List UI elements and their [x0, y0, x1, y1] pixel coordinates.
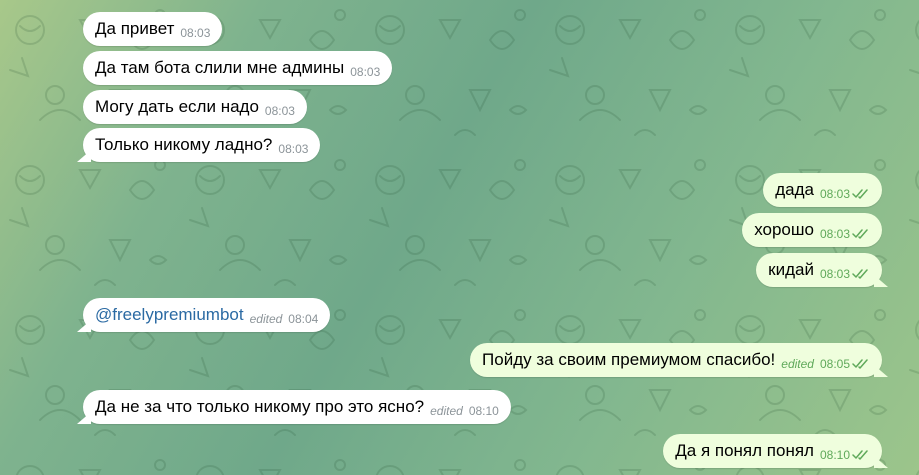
message-meta: 08:03 — [820, 187, 870, 201]
message-meta: 08:03 — [350, 65, 380, 79]
message-time: 08:10 — [819, 447, 850, 462]
outgoing-message[interactable]: Да я понял понял 08:10 — [663, 434, 882, 468]
incoming-message[interactable]: @freelypremiumbot edited 08:04 — [83, 298, 331, 332]
message-meta: edited 08:10 — [430, 404, 499, 418]
message-time: 08:10 — [468, 403, 499, 418]
message-meta: 08:03 — [820, 227, 870, 241]
message-time: 08:03 — [819, 266, 850, 281]
bot-mention-link[interactable]: @freelypremiumbot — [95, 305, 244, 325]
incoming-message[interactable]: Могу дать если надо 08:03 — [83, 90, 307, 124]
message-meta: 08:03 — [820, 267, 870, 281]
message-text: Пойду за своим премиумом спасибо! — [482, 350, 776, 369]
message-text: Да не за что только никому про это ясно? — [95, 397, 425, 416]
message-meta: edited 08:05 — [781, 357, 870, 371]
incoming-message[interactable]: Да там бота слили мне админы 08:03 — [83, 51, 393, 85]
edited-label: edited — [249, 311, 283, 326]
message-text: Только никому ладно? — [95, 135, 273, 154]
double-check-icon — [852, 188, 868, 199]
outgoing-message[interactable]: дада 08:03 — [763, 173, 882, 207]
message-meta: 08:03 — [265, 104, 295, 118]
message-text: Да привет — [95, 19, 175, 38]
chat-message-list[interactable]: Да привет 08:03 Да там бота слили мне ад… — [0, 0, 919, 475]
double-check-icon — [852, 449, 868, 460]
incoming-message[interactable]: Только никому ладно? 08:03 — [83, 128, 321, 162]
message-meta: 08:10 — [820, 448, 870, 462]
message-time: 08:03 — [180, 25, 211, 40]
edited-label: edited — [430, 403, 463, 418]
outgoing-message[interactable]: хорошо 08:03 — [742, 213, 882, 247]
message-meta: 08:03 — [278, 142, 308, 156]
double-check-icon — [852, 358, 868, 369]
message-time: 08:03 — [350, 64, 381, 79]
message-text: кидай — [768, 260, 814, 279]
incoming-message[interactable]: Да привет 08:03 — [83, 12, 223, 46]
outgoing-message[interactable]: Пойду за своим премиумом спасибо! edited… — [470, 343, 882, 377]
message-time: 08:03 — [819, 186, 850, 201]
message-time: 08:03 — [264, 103, 295, 118]
message-time: 08:05 — [819, 356, 850, 371]
outgoing-message[interactable]: кидай 08:03 — [756, 253, 882, 287]
message-text: Могу дать если надо — [95, 97, 259, 116]
message-time: 08:04 — [288, 311, 319, 326]
message-text: Да там бота слили мне админы — [95, 58, 345, 77]
message-meta: 08:03 — [180, 26, 210, 40]
message-text: Да я понял понял — [675, 441, 814, 460]
edited-label: edited — [781, 356, 814, 371]
message-time: 08:03 — [819, 226, 850, 241]
message-time: 08:03 — [278, 141, 309, 156]
double-check-icon — [852, 228, 868, 239]
message-meta: edited 08:04 — [250, 312, 319, 326]
message-text: хорошо — [754, 220, 814, 239]
double-check-icon — [852, 268, 868, 279]
message-text: дада — [775, 180, 814, 199]
incoming-message[interactable]: Да не за что только никому про это ясно?… — [83, 390, 511, 424]
